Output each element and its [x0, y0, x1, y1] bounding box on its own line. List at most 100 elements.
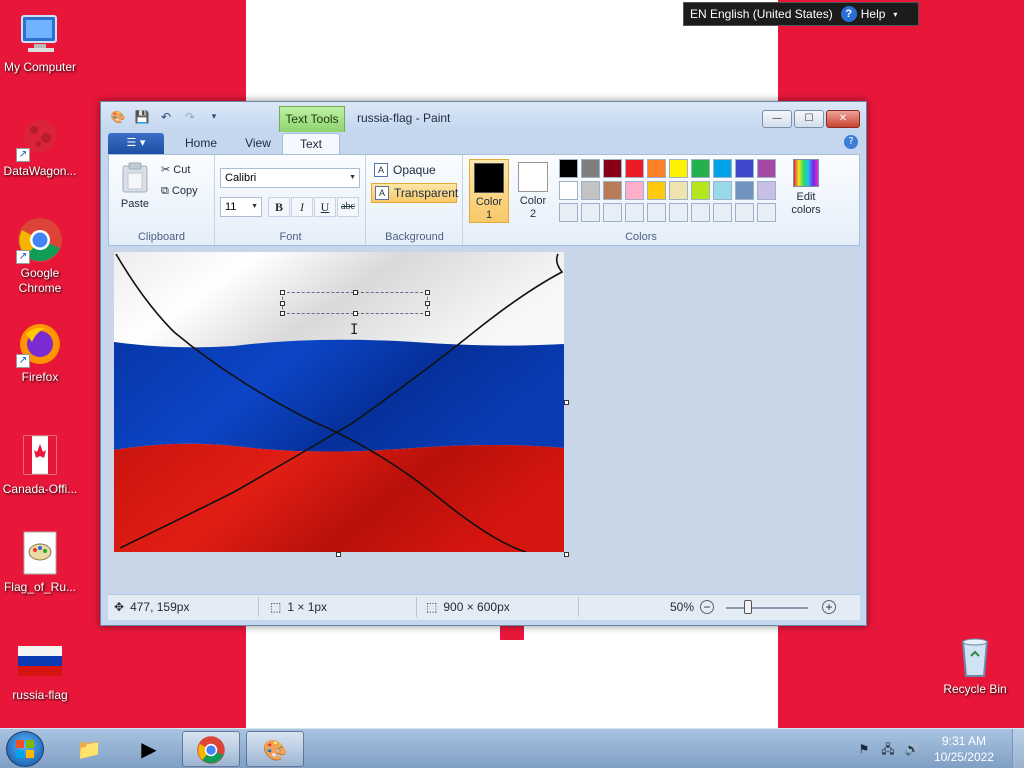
zoom-slider-thumb[interactable]: [744, 600, 752, 614]
palette-color-swatch[interactable]: [625, 203, 644, 222]
show-desktop-button[interactable]: [1012, 729, 1024, 768]
opaque-option[interactable]: A Opaque: [371, 161, 457, 181]
palette-color-swatch[interactable]: [603, 203, 622, 222]
desktop-icon-russia-flag[interactable]: russia-flag: [0, 638, 80, 703]
strikethrough-button[interactable]: abc: [337, 197, 359, 217]
edit-colors-button[interactable]: Edit colors: [785, 159, 827, 217]
palette-color-swatch[interactable]: [625, 159, 644, 178]
language-indicator[interactable]: EN English (United States): [690, 7, 833, 21]
desktop-icon-canada-official[interactable]: Canada-Offi...: [0, 432, 80, 497]
palette-color-swatch[interactable]: [735, 181, 754, 200]
palette-color-swatch[interactable]: [647, 159, 666, 178]
canvas-resize-handle[interactable]: [564, 552, 569, 557]
language-bar-help[interactable]: ? Help: [840, 6, 885, 22]
palette-color-swatch[interactable]: [713, 203, 732, 222]
clock[interactable]: 9:31 AM 10/25/2022: [934, 733, 994, 765]
palette-color-swatch[interactable]: [647, 181, 666, 200]
desktop-icon-label: My Computer: [3, 60, 77, 74]
palette-color-swatch[interactable]: [735, 159, 754, 178]
palette-color-swatch[interactable]: [757, 181, 776, 200]
desktop-icon-recycle-bin[interactable]: Recycle Bin: [935, 632, 1015, 697]
taskbar-paint[interactable]: 🎨: [246, 731, 304, 767]
tab-home[interactable]: Home: [172, 133, 230, 154]
palette-color-swatch[interactable]: [559, 159, 578, 178]
palette-color-swatch[interactable]: [647, 203, 666, 222]
transparent-option[interactable]: A Transparent: [371, 183, 458, 203]
network-icon[interactable]: 🖧: [880, 741, 896, 757]
close-button[interactable]: ✕: [826, 110, 860, 128]
zoom-in-icon[interactable]: +: [822, 600, 836, 614]
resize-handle[interactable]: [280, 290, 285, 295]
palette-color-swatch[interactable]: [713, 159, 732, 178]
text-box-selection[interactable]: [280, 290, 430, 316]
palette-color-swatch[interactable]: [581, 181, 600, 200]
undo-icon[interactable]: ↶: [157, 108, 175, 126]
start-button[interactable]: [6, 731, 44, 767]
palette-color-swatch[interactable]: [691, 159, 710, 178]
palette-color-swatch[interactable]: [669, 181, 688, 200]
taskbar-chrome[interactable]: [182, 731, 240, 767]
image-canvas[interactable]: I: [114, 252, 564, 552]
canvas-area[interactable]: I: [108, 248, 860, 592]
action-center-icon[interactable]: ⚑: [856, 741, 872, 757]
minimize-button[interactable]: —: [762, 110, 792, 128]
palette-color-swatch[interactable]: [691, 203, 710, 222]
palette-color-swatch[interactable]: [581, 159, 600, 178]
palette-color-swatch[interactable]: [559, 181, 578, 200]
title-bar[interactable]: 🎨 💾 ↶ ↷ ▾ Text Tools russia-flag - Paint…: [101, 102, 866, 132]
palette-color-swatch[interactable]: [581, 203, 600, 222]
palette-color-swatch[interactable]: [603, 181, 622, 200]
desktop-icon-firefox[interactable]: ↗ Firefox: [0, 320, 80, 385]
tab-view[interactable]: View: [232, 133, 284, 154]
desktop-icon-flag-of-russia[interactable]: Flag_of_Ru...: [0, 530, 80, 595]
resize-handle[interactable]: [353, 290, 358, 295]
ribbon: Paste ✂ Cut ⧉ Copy Clipboard Calibri ▼ 1…: [108, 154, 860, 246]
resize-handle[interactable]: [280, 301, 285, 306]
underline-button[interactable]: U: [314, 197, 336, 217]
palette-color-swatch[interactable]: [603, 159, 622, 178]
help-icon[interactable]: ?: [844, 135, 858, 149]
palette-color-swatch[interactable]: [735, 203, 754, 222]
volume-icon[interactable]: 🔊: [904, 741, 920, 757]
font-size-select[interactable]: 11 ▼: [220, 197, 262, 217]
tab-text[interactable]: Text: [282, 133, 340, 154]
resize-handle[interactable]: [425, 290, 430, 295]
copy-button[interactable]: ⧉ Copy: [161, 185, 198, 198]
italic-button[interactable]: I: [291, 197, 313, 217]
paint-app-icon[interactable]: 🎨: [109, 108, 127, 126]
bold-button[interactable]: B: [268, 197, 290, 217]
palette-color-swatch[interactable]: [669, 159, 688, 178]
palette-color-swatch[interactable]: [713, 181, 732, 200]
language-bar[interactable]: EN English (United States) ? Help ▾: [683, 2, 919, 26]
resize-handle[interactable]: [425, 311, 430, 316]
color2-button[interactable]: Color 2: [513, 159, 553, 223]
resize-handle[interactable]: [280, 311, 285, 316]
font-family-select[interactable]: Calibri ▼: [220, 168, 360, 188]
canvas-resize-handle[interactable]: [564, 400, 569, 405]
customize-toolbar-icon[interactable]: ▾: [205, 108, 223, 126]
palette-color-swatch[interactable]: [559, 203, 578, 222]
palette-color-swatch[interactable]: [757, 159, 776, 178]
palette-color-swatch[interactable]: [757, 203, 776, 222]
zoom-slider-track[interactable]: [726, 607, 808, 609]
maximize-button[interactable]: ☐: [794, 110, 824, 128]
resize-handle[interactable]: [425, 301, 430, 306]
paint-menu-button[interactable]: ☰ ▾: [108, 133, 164, 154]
desktop-icon-datawagon[interactable]: ↗ DataWagon...: [0, 114, 80, 179]
paste-button[interactable]: Paste: [117, 161, 153, 210]
palette-color-swatch[interactable]: [691, 181, 710, 200]
redo-icon[interactable]: ↷: [181, 108, 199, 126]
language-bar-options-icon[interactable]: ▾: [893, 10, 897, 19]
zoom-out-icon[interactable]: −: [700, 600, 715, 614]
taskbar-explorer[interactable]: 📁: [60, 731, 118, 767]
color1-button[interactable]: Color 1: [469, 159, 509, 223]
canvas-resize-handle[interactable]: [336, 552, 341, 557]
save-icon[interactable]: 💾: [133, 108, 151, 126]
resize-handle[interactable]: [353, 311, 358, 316]
desktop-icon-google-chrome[interactable]: ↗ Google Chrome: [0, 216, 80, 296]
palette-color-swatch[interactable]: [625, 181, 644, 200]
desktop-icon-my-computer[interactable]: My Computer: [0, 10, 80, 75]
taskbar-media-player[interactable]: ▶: [120, 731, 178, 767]
palette-color-swatch[interactable]: [669, 203, 688, 222]
cut-button[interactable]: ✂ Cut: [161, 163, 190, 176]
